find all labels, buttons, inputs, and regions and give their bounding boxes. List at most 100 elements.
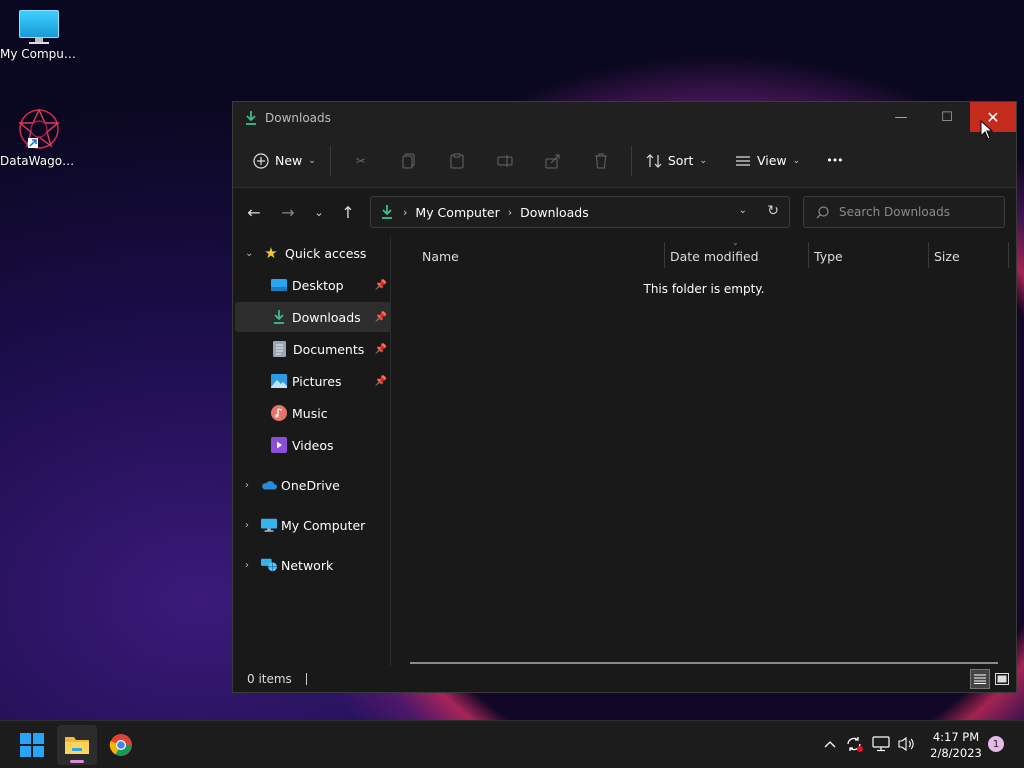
column-divider[interactable]	[664, 242, 665, 268]
pin-icon[interactable]: 📌	[375, 344, 387, 355]
running-indicator	[70, 760, 84, 763]
new-button[interactable]: New ⌄	[245, 145, 324, 177]
taskbar-file-explorer[interactable]	[57, 725, 97, 765]
sync-error-icon	[847, 737, 863, 752]
search-input[interactable]	[839, 205, 999, 219]
chevron-up-icon	[824, 741, 836, 748]
search-box[interactable]	[803, 196, 1005, 228]
address-bar[interactable]: › My Computer › Downloads ⌄ ↻	[370, 196, 790, 228]
details-view-icon	[974, 674, 986, 684]
search-icon	[816, 205, 829, 218]
volume-button[interactable]	[896, 733, 918, 755]
share-button[interactable]	[529, 145, 577, 177]
nav-item-documents[interactable]: Documents 📌	[235, 334, 391, 364]
column-header-type[interactable]: Type	[814, 240, 928, 272]
rename-button[interactable]	[481, 145, 529, 177]
tiles-view-button[interactable]	[992, 669, 1012, 689]
item-count: 0 items	[247, 672, 292, 686]
cut-button[interactable]: ✂	[337, 145, 385, 177]
notification-badge[interactable]: 1	[988, 736, 1004, 752]
trash-icon	[594, 153, 607, 168]
network-status-button[interactable]	[870, 733, 892, 755]
clock-date: 2/8/2023	[930, 746, 982, 760]
scissors-icon: ✂	[355, 153, 366, 168]
column-divider[interactable]	[808, 242, 809, 268]
desktop-icon-my-computer[interactable]: My Computer	[0, 10, 78, 61]
details-view-button[interactable]	[970, 669, 990, 689]
nav-label: Music	[292, 405, 328, 421]
column-divider[interactable]	[1008, 242, 1009, 268]
maximize-button[interactable]: ☐	[924, 102, 970, 132]
document-icon	[271, 341, 287, 357]
copy-icon	[402, 153, 415, 168]
column-header-name[interactable]: Name	[422, 240, 662, 272]
breadcrumb-chevron-icon: ›	[507, 205, 513, 219]
taskbar-chrome[interactable]	[101, 725, 141, 765]
sort-indicator-icon: ⌄	[732, 238, 739, 247]
nav-item-pictures[interactable]: Pictures 📌	[235, 366, 391, 396]
desktop-folder-icon	[271, 277, 287, 293]
nav-label: My Computer	[281, 517, 366, 533]
pin-icon[interactable]: 📌	[375, 280, 387, 291]
nav-label: Network	[281, 557, 334, 573]
column-divider[interactable]	[928, 242, 929, 268]
toolbar-divider	[630, 145, 632, 176]
nav-label: Desktop	[292, 277, 344, 293]
nav-item-videos[interactable]: Videos	[235, 430, 391, 460]
horizontal-scrollbar[interactable]	[410, 662, 998, 664]
expand-right-icon[interactable]: ›	[245, 520, 249, 531]
recent-locations-button[interactable]: ⌄	[305, 188, 333, 236]
address-dropdown-icon[interactable]: ⌄	[739, 205, 747, 216]
delete-button[interactable]	[577, 145, 625, 177]
pin-icon[interactable]: 📌	[375, 312, 387, 323]
breadcrumb-my-computer[interactable]: My Computer	[415, 205, 499, 220]
start-button[interactable]	[12, 725, 52, 765]
nav-item-desktop[interactable]: Desktop 📌	[235, 270, 391, 300]
column-header-size[interactable]: Size	[934, 240, 1006, 272]
paste-button[interactable]	[433, 145, 481, 177]
show-hidden-icons-button[interactable]	[819, 733, 841, 755]
nav-network[interactable]: › Network	[235, 550, 391, 580]
view-label: View	[756, 153, 787, 168]
desktop-icon-label: My Computer	[0, 47, 78, 61]
monitor-icon	[261, 517, 277, 533]
expand-right-icon[interactable]: ›	[245, 480, 249, 491]
clipboard-icon	[450, 153, 464, 168]
copy-button[interactable]	[385, 145, 433, 177]
nav-label: Quick access	[285, 245, 367, 261]
more-icon: •••	[826, 154, 843, 167]
forward-button[interactable]: →	[274, 188, 302, 236]
breadcrumb-downloads[interactable]: Downloads	[520, 205, 589, 220]
view-button[interactable]: View ⌄	[727, 145, 808, 177]
nav-quick-access[interactable]: ⌄ ★ Quick access	[235, 238, 391, 268]
new-label: New	[275, 153, 303, 168]
up-button[interactable]: ↑	[334, 188, 362, 236]
nav-item-music[interactable]: Music	[235, 398, 391, 428]
videos-icon	[271, 437, 287, 453]
file-list-pane: Name Date modified ⌄ Type Size This fold…	[392, 236, 1016, 666]
expand-right-icon[interactable]: ›	[245, 560, 249, 571]
nav-label: Downloads	[292, 309, 361, 325]
nav-item-downloads[interactable]: Downloads 📌	[235, 302, 391, 332]
share-icon	[545, 154, 560, 168]
sync-status-button[interactable]	[843, 733, 865, 755]
desktop-icon-datawagon[interactable]: DataWagon...	[0, 106, 78, 168]
title-bar[interactable]: Downloads — ☐ ✕	[233, 102, 1016, 134]
datawagon-icon	[18, 108, 60, 149]
nav-onedrive[interactable]: › OneDrive	[235, 470, 391, 500]
minimize-button[interactable]: —	[878, 102, 924, 132]
sort-button[interactable]: Sort ⌄	[638, 145, 715, 177]
pin-icon[interactable]: 📌	[375, 376, 387, 387]
command-bar: New ⌄ ✂ Sort ⌄ View ⌄ •••	[233, 134, 1016, 188]
expand-down-icon[interactable]: ⌄	[245, 248, 253, 259]
more-options-button[interactable]: •••	[818, 145, 850, 177]
star-icon: ★	[264, 244, 278, 262]
folder-icon	[65, 737, 89, 754]
plus-circle-icon	[253, 152, 269, 169]
nav-my-computer[interactable]: › My Computer	[235, 510, 391, 540]
taskbar-clock[interactable]: 4:17 PM 2/8/2023	[922, 729, 990, 761]
sort-label: Sort	[667, 153, 694, 168]
back-button[interactable]: ←	[240, 188, 268, 236]
refresh-icon[interactable]: ↻	[767, 203, 779, 219]
nav-label: OneDrive	[281, 477, 340, 493]
